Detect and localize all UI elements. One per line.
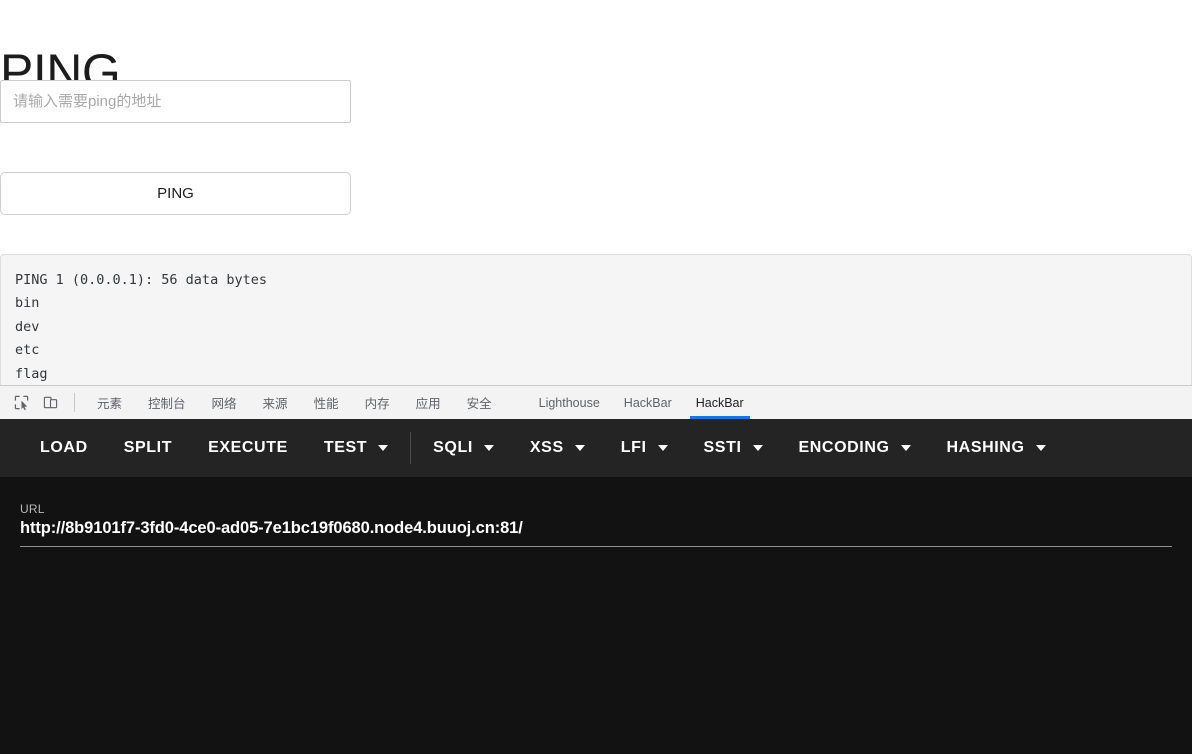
hackbar-url-field[interactable]: URL http://8b9101f7-3fd0-4ce0-ad05-7e1bc… (20, 502, 1172, 547)
chevron-down-icon (1035, 445, 1046, 451)
devtools-tab-bar: 元素 控制台 网络 来源 性能 内存 应用 安全 Lighthouse Hack… (0, 385, 1192, 419)
hackbar-panel: LOAD SPLIT EXECUTE TEST SQLI XSS LFI SST… (0, 419, 1192, 754)
tab-label: HackBar (623, 395, 672, 410)
button-label: SSTI (703, 439, 742, 456)
hackbar-encoding-menu[interactable]: ENCODING (781, 419, 929, 477)
ping-submit-button[interactable]: PING (0, 172, 351, 215)
hackbar-load-button[interactable]: LOAD (22, 419, 106, 477)
hackbar-toolbar: LOAD SPLIT EXECUTE TEST SQLI XSS LFI SST… (0, 419, 1192, 477)
hackbar-execute-button[interactable]: EXECUTE (190, 419, 306, 477)
devtools-tab-application[interactable]: 应用 (403, 386, 454, 419)
tab-label: 安全 (466, 397, 492, 411)
toolbar-divider (74, 393, 75, 412)
button-label: EXECUTE (208, 439, 288, 456)
devtools-tab-lighthouse[interactable]: Lighthouse (527, 386, 612, 419)
hackbar-split-button[interactable]: SPLIT (106, 419, 190, 477)
button-label: SPLIT (123, 439, 173, 456)
devtools-tab-security[interactable]: 安全 (454, 386, 505, 419)
tab-label: 来源 (262, 397, 288, 411)
button-label: TEST (323, 439, 368, 456)
button-label: XSS (529, 439, 564, 456)
ping-output-console: PING 1 (0.0.0.1): 56 data bytes bin dev … (0, 253, 1192, 388)
button-label: LFI (620, 439, 647, 456)
tab-label: Lighthouse (538, 395, 600, 410)
hackbar-sqli-menu[interactable]: SQLI (415, 419, 512, 477)
tab-label: 控制台 (148, 397, 186, 411)
tab-label: 元素 (97, 397, 123, 411)
chevron-down-icon (483, 445, 494, 451)
ping-address-input[interactable] (0, 80, 351, 123)
chevron-down-icon (752, 445, 763, 451)
devtools-tab-console[interactable]: 控制台 (135, 386, 199, 419)
tab-label: HackBar (695, 395, 744, 410)
device-toolbar-icon[interactable] (36, 386, 65, 419)
tab-label: 内存 (364, 397, 390, 411)
hackbar-ssti-menu[interactable]: SSTI (686, 419, 781, 477)
devtools-tab-memory[interactable]: 内存 (352, 386, 403, 419)
hackbar-xss-menu[interactable]: XSS (512, 419, 603, 477)
hackbar-test-menu[interactable]: TEST (306, 419, 406, 477)
hackbar-lfi-menu[interactable]: LFI (603, 419, 686, 477)
tab-label: 网络 (211, 397, 237, 411)
tab-label: 应用 (415, 397, 441, 411)
field-underline (20, 546, 1172, 547)
web-page-content: PING PING PING 1 (0.0.0.1): 56 data byte… (0, 0, 1192, 388)
url-label: URL (20, 502, 45, 516)
chevron-down-icon (657, 445, 668, 451)
button-label: ENCODING (798, 439, 890, 456)
toolbar-divider (410, 432, 412, 464)
inspect-element-icon[interactable] (7, 386, 36, 419)
devtools-tab-hackbar-1[interactable]: HackBar (612, 386, 684, 419)
devtools-tab-sources[interactable]: 来源 (250, 386, 301, 419)
button-label: LOAD (40, 439, 88, 456)
devtools-tab-network[interactable]: 网络 (199, 386, 250, 419)
hackbar-hashing-menu[interactable]: HASHING (929, 419, 1064, 477)
tab-label: 性能 (313, 397, 339, 411)
chevron-down-icon (574, 445, 585, 451)
button-label: SQLI (433, 439, 473, 456)
chevron-down-icon (900, 445, 911, 451)
devtools-tab-hackbar-2[interactable]: HackBar (684, 386, 756, 419)
devtools-tab-elements[interactable]: 元素 (84, 386, 135, 419)
devtools-tab-performance[interactable]: 性能 (301, 386, 352, 419)
url-value[interactable]: http://8b9101f7-3fd0-4ce0-ad05-7e1bc19f0… (20, 519, 1172, 538)
button-label: HASHING (946, 439, 1025, 456)
chevron-down-icon (378, 445, 389, 451)
tab-group-gap (505, 386, 527, 419)
